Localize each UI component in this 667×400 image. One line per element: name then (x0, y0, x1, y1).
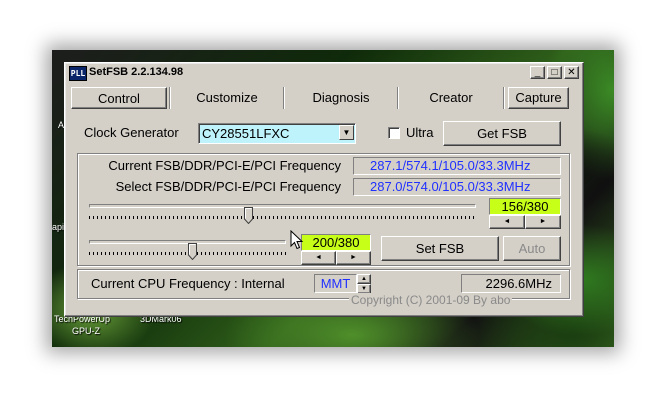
mouse-pointer-icon (290, 230, 304, 250)
window-title: SetFSB 2.2.134.98 (89, 66, 184, 78)
fine-increment-button[interactable]: ► (336, 251, 371, 265)
mode-up-button[interactable]: ▲ (357, 274, 371, 284)
desktop-icon-label[interactable]: api (52, 222, 64, 232)
chevron-down-icon[interactable]: ▼ (339, 125, 354, 140)
clock-generator-label: Clock Generator (84, 125, 179, 140)
tab-separator (397, 87, 399, 109)
select-frequency-value: 287.0/574.0/105.0/33.3MHz (353, 178, 561, 196)
clock-generator-select[interactable]: CY28551LFXC ▼ (198, 123, 356, 144)
cpu-frequency-value: 2296.6MHz (461, 274, 561, 293)
tab-control[interactable]: Control (71, 87, 167, 109)
spin-left-icon: ◄ (315, 254, 322, 261)
minimize-button[interactable]: _ (530, 66, 545, 79)
tab-separator (503, 87, 505, 109)
spin-left-icon: ◄ (503, 218, 511, 225)
set-fsb-button[interactable]: Set FSB (381, 236, 499, 261)
get-fsb-button[interactable]: Get FSB (443, 121, 561, 146)
cpu-frequency-label: Current CPU Frequency : Internal (91, 276, 285, 291)
spin-right-icon: ► (350, 254, 357, 261)
fsb-slider-ticks (89, 216, 476, 219)
close-button[interactable]: ✕ (564, 66, 579, 79)
title-bar[interactable]: PLL SetFSB 2.2.134.98 _ □ ✕ (67, 65, 581, 81)
current-frequency-value: 287.1/574.1/105.0/33.3MHz (353, 157, 561, 175)
clock-generator-value: CY28551LFXC (202, 126, 290, 141)
select-frequency-label: Select FSB/DDR/PCI-E/PCI Frequency (115, 179, 341, 194)
tab-separator (283, 87, 285, 109)
auto-button[interactable]: Auto (503, 236, 561, 261)
app-icon: PLL (69, 66, 87, 81)
tab-separator (169, 87, 171, 109)
fsb-slider-track[interactable] (89, 204, 476, 208)
fine-slider-thumb[interactable] (187, 243, 197, 260)
current-frequency-label: Current FSB/DDR/PCI-E/PCI Frequency (108, 158, 341, 173)
copyright-text: Copyright (C) 2001-09 By abo (349, 293, 513, 307)
maximize-button[interactable]: □ (547, 66, 562, 79)
capture-button[interactable]: Capture (508, 87, 569, 109)
spin-up-icon: ▲ (361, 276, 367, 282)
tab-diagnosis[interactable]: Diagnosis (287, 87, 395, 109)
setfsb-window: PLL SetFSB 2.2.134.98 _ □ ✕ Control Cust… (64, 62, 584, 317)
tab-customize[interactable]: Customize (173, 87, 281, 109)
fine-slider-value: 200/380 (301, 234, 371, 251)
tab-creator[interactable]: Creator (401, 87, 501, 109)
desktop-icon-label[interactable]: GPU-Z (72, 326, 100, 336)
fine-decrement-button[interactable]: ◄ (301, 251, 336, 265)
fsb-slider-thumb[interactable] (244, 207, 254, 224)
cpu-mode-field[interactable]: MMT (314, 274, 357, 293)
fsb-decrement-button[interactable]: ◄ (489, 215, 525, 229)
spin-right-icon: ► (539, 218, 547, 225)
fsb-increment-button[interactable]: ► (525, 215, 561, 229)
ultra-label[interactable]: Ultra (406, 125, 433, 140)
spin-down-icon: ▼ (361, 286, 367, 292)
ultra-checkbox[interactable] (388, 127, 400, 139)
fsb-slider-value: 156/380 (489, 198, 561, 215)
screenshot-frame: TechPowerUp 3DMark06 GPU-Z A api PLL Set… (52, 50, 614, 347)
